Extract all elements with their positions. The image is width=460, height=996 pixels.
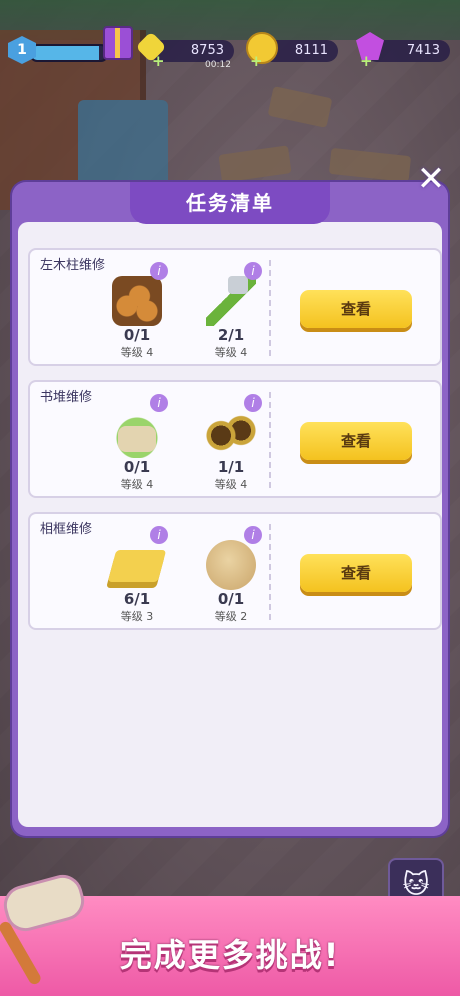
item-level: 等级 4: [214, 478, 248, 491]
item-count: 0/1: [123, 326, 151, 344]
task-card: 书堆维修 i 0/1 等级 4 i 1/1 等级 4 查看: [28, 380, 442, 498]
item-count: 2/1: [217, 326, 245, 344]
close-icon[interactable]: ✕: [414, 162, 448, 198]
info-icon[interactable]: i: [244, 394, 262, 412]
item-count: 0/1: [123, 458, 151, 476]
banner-text: 完成更多挑战!: [119, 936, 341, 974]
info-icon[interactable]: i: [244, 526, 262, 544]
modal-title: 任务清单: [130, 182, 330, 224]
info-icon[interactable]: i: [244, 262, 262, 280]
xp-fill: [32, 46, 99, 60]
item-level: 等级 3: [120, 610, 154, 623]
info-icon[interactable]: i: [150, 262, 168, 280]
divider: [269, 392, 271, 488]
add-paw-coin-icon[interactable]: +: [250, 52, 263, 70]
top-hud: 1 8753 + 00:12 8111 + 7413 +: [0, 26, 460, 70]
view-button[interactable]: 查看: [300, 554, 412, 592]
task-item: i 1/1 等级 4: [186, 382, 276, 500]
xp-bar: [30, 44, 108, 62]
gloves-icon: [112, 408, 162, 458]
info-icon[interactable]: i: [150, 526, 168, 544]
task-name: 相框维修: [40, 522, 93, 537]
glasses-icon: [206, 408, 256, 458]
gift-icon[interactable]: [103, 26, 133, 60]
logs-icon: [112, 276, 162, 326]
item-level: 等级 4: [214, 346, 248, 359]
task-name: 书堆维修: [40, 390, 93, 405]
task-card: 相框维修 i 6/1 等级 3 i 0/1 等级 2 查看: [28, 512, 442, 630]
divider: [269, 260, 271, 356]
task-item: i 2/1 等级 4: [186, 250, 276, 368]
task-list-modal: 任务清单 左木柱维修 i 0/1 等级 4 i 2/1 等级 4 查看 书堆维修…: [12, 182, 448, 836]
task-item: i 0/1 等级 4: [92, 382, 182, 500]
sponge-icon: [107, 550, 167, 582]
task-card: 左木柱维修 i 0/1 等级 4 i 2/1 等级 4 查看: [28, 248, 442, 366]
view-button[interactable]: 查看: [300, 290, 412, 328]
task-item: i 6/1 等级 3: [92, 514, 182, 632]
timer-text: 00:12: [205, 60, 231, 70]
axe-icon: [206, 276, 256, 326]
item-count: 6/1: [123, 590, 151, 608]
item-count: 0/1: [217, 590, 245, 608]
add-purple-gem-icon[interactable]: +: [360, 52, 373, 70]
task-item: i 0/1 等级 2: [186, 514, 276, 632]
info-icon[interactable]: i: [150, 394, 168, 412]
item-level: 等级 4: [120, 478, 154, 491]
item-level: 等级 4: [120, 346, 154, 359]
divider: [269, 524, 271, 620]
pebble-icon: [206, 540, 256, 590]
item-count: 1/1: [217, 458, 245, 476]
add-yellow-gem-icon[interactable]: +: [152, 52, 165, 70]
item-level: 等级 2: [214, 610, 248, 623]
view-button[interactable]: 查看: [300, 422, 412, 460]
task-item: i 0/1 等级 4: [92, 250, 182, 368]
